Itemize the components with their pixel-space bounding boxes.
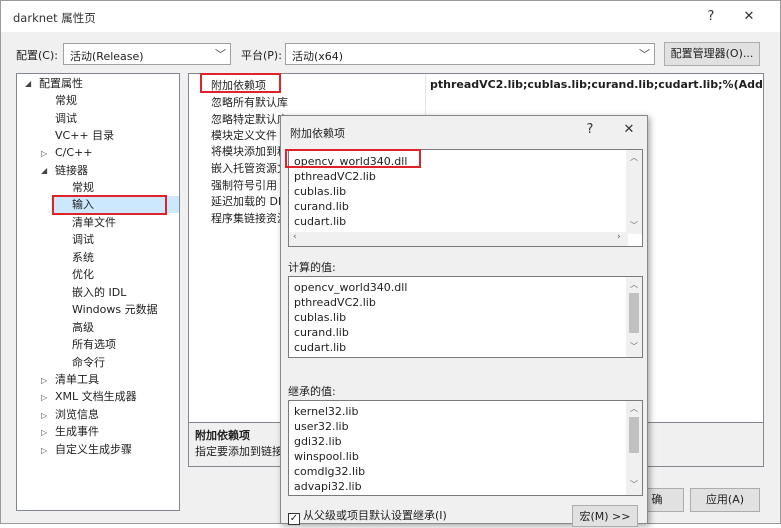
tree-item-windows-metadata[interactable]: Windows 元数据 xyxy=(72,301,158,318)
scroll-up-icon[interactable]: ︿ xyxy=(626,279,642,290)
tree-item-optimization[interactable]: 优化 xyxy=(72,266,94,283)
scroll-up-icon[interactable]: ︿ xyxy=(626,403,642,414)
tree-item-all-options[interactable]: 所有选项 xyxy=(72,336,116,353)
apply-button[interactable]: 应用(A) xyxy=(690,488,760,512)
platform-label: 平台(P): xyxy=(241,49,282,62)
edit-line[interactable]: curand.lib xyxy=(294,199,349,214)
collapse-arrow-icon[interactable]: ◢ xyxy=(41,166,47,175)
scroll-down-icon[interactable]: ﹀ xyxy=(626,479,642,490)
computed-values-box: opencv_world340.dll pthreadVC2.lib cubla… xyxy=(288,276,643,358)
dialog-help-button[interactable]: ? xyxy=(577,119,603,141)
scroll-down-icon[interactable]: ﹀ xyxy=(626,220,642,231)
tree-item-advanced[interactable]: 高级 xyxy=(72,319,94,336)
edit-horizontal-scrollbar[interactable]: ‹ › xyxy=(289,232,628,246)
expand-arrow-icon[interactable]: ▷ xyxy=(41,393,47,402)
tree-item-vc-directories[interactable]: VC++ 目录 xyxy=(55,127,114,144)
computed-line: cublas.lib xyxy=(294,311,347,324)
expand-arrow-icon[interactable]: ▷ xyxy=(41,446,47,455)
dialog-title: 附加依赖项 xyxy=(290,127,345,140)
platform-select-value: 活动(x64) xyxy=(292,50,344,63)
computed-values-label: 计算的值: xyxy=(288,261,336,274)
collapse-arrow-icon[interactable]: ◢ xyxy=(25,79,31,88)
scroll-thumb[interactable] xyxy=(629,417,639,453)
inherited-line: comdlg32.lib xyxy=(294,465,366,478)
edit-line[interactable]: cudart.lib xyxy=(294,214,346,229)
grid-row-ignore-specific-libs[interactable]: 忽略特定默认库 xyxy=(211,111,288,128)
edit-line[interactable]: pthreadVC2.lib xyxy=(294,169,376,184)
tree-item-command-line[interactable]: 命令行 xyxy=(72,354,105,371)
scroll-down-icon[interactable]: ﹀ xyxy=(626,341,642,352)
scroll-right-icon[interactable]: › xyxy=(617,232,621,242)
description-heading: 附加依赖项 xyxy=(195,429,250,442)
tree-item-linker[interactable]: 链接器 xyxy=(55,162,88,179)
chevron-down-icon: ﹀ xyxy=(639,48,650,61)
tree-item-cpp[interactable]: C/C++ xyxy=(55,144,93,161)
grid-row-ignore-all-default-libs[interactable]: 忽略所有默认库 xyxy=(211,94,288,111)
grid-row-add-module-to-assembly[interactable]: 将模块添加到程 xyxy=(211,143,288,160)
computed-line: cudart.lib xyxy=(294,341,347,354)
inherited-line: kernel32.lib xyxy=(294,405,359,418)
tree-item-config-properties[interactable]: 配置属性 xyxy=(39,75,83,92)
tree-item-system[interactable]: 系统 xyxy=(72,249,94,266)
computed-line: curand.lib xyxy=(294,326,349,339)
expand-arrow-icon[interactable]: ▷ xyxy=(41,411,47,420)
property-tree: ◢ 配置属性 常规 调试 VC++ 目录 ▷ C/C++ ◢ 链接器 常规 输入… xyxy=(16,73,180,511)
highlight-input-item xyxy=(52,195,167,215)
grid-row-embed-managed-resource[interactable]: 嵌入托管资源文 xyxy=(211,160,288,177)
tree-item-linker-general[interactable]: 常规 xyxy=(72,179,94,196)
scroll-up-icon[interactable]: ︿ xyxy=(626,152,642,163)
inherited-values-label: 继承的值: xyxy=(288,385,336,398)
tree-item-browse-info[interactable]: 浏览信息 xyxy=(55,406,99,423)
computed-line: opencv_world340.dll xyxy=(294,281,408,294)
tree-item-embedded-idl[interactable]: 嵌入的 IDL xyxy=(72,284,126,301)
tree-item-custom-build-step[interactable]: 自定义生成步骤 xyxy=(55,441,132,458)
tree-item-xml-doc-generator[interactable]: XML 文档生成器 xyxy=(55,388,137,405)
scroll-thumb[interactable] xyxy=(629,293,639,333)
highlight-opencv-entry xyxy=(285,149,421,168)
tree-item-general[interactable]: 常规 xyxy=(55,92,77,109)
config-label: 配置(C): xyxy=(16,49,58,62)
grid-row-force-symbol-references[interactable]: 强制符号引用 xyxy=(211,177,277,194)
inherited-line: user32.lib xyxy=(294,420,349,433)
expand-arrow-icon[interactable]: ▷ xyxy=(41,428,47,437)
inherit-checkbox-row[interactable]: ✓ 从父级或项目默认设置继承(I) xyxy=(288,507,447,525)
grid-row-module-definition-file[interactable]: 模块定义文件 xyxy=(211,127,277,144)
inherited-scrollbar[interactable]: ︿ ﹀ xyxy=(626,401,642,495)
config-select[interactable]: 活动(Release) ﹀ xyxy=(63,43,231,65)
expand-arrow-icon[interactable]: ▷ xyxy=(41,376,47,385)
inherited-line: advapi32.lib xyxy=(294,480,362,493)
inherit-checkbox[interactable]: ✓ xyxy=(288,513,300,525)
expand-arrow-icon[interactable]: ▷ xyxy=(41,149,47,158)
window-title: darknet 属性页 xyxy=(13,11,96,25)
tree-item-manifest-file[interactable]: 清单文件 xyxy=(72,214,116,231)
platform-select[interactable]: 活动(x64) ﹀ xyxy=(285,43,655,65)
computed-scrollbar[interactable]: ︿ ﹀ xyxy=(626,277,642,357)
grid-value-additional-deps[interactable]: pthreadVC2.lib;cublas.lib;curand.lib;cud… xyxy=(430,78,763,91)
config-manager-button[interactable]: 配置管理器(O)... xyxy=(664,42,760,66)
inherit-checkbox-label: 从父级或项目默认设置继承(I) xyxy=(303,509,447,522)
title-bar: darknet 属性页 ? ✕ xyxy=(1,1,780,32)
tree-item-debugging[interactable]: 调试 xyxy=(55,110,77,127)
tree-item-linker-debugging[interactable]: 调试 xyxy=(72,231,94,248)
inherited-values-box: kernel32.lib user32.lib gdi32.lib winspo… xyxy=(288,400,643,496)
inherited-line: gdi32.lib xyxy=(294,435,342,448)
grid-row-assembly-link-resource[interactable]: 程序集链接资源 xyxy=(211,210,288,227)
chevron-down-icon: ﹀ xyxy=(215,48,226,61)
help-button[interactable]: ? xyxy=(697,6,725,28)
scroll-left-icon[interactable]: ‹ xyxy=(293,232,297,242)
tree-item-manifest-tool[interactable]: 清单工具 xyxy=(55,371,99,388)
edit-line[interactable]: cublas.lib xyxy=(294,184,346,199)
additional-deps-dialog: 附加依赖项 ? ✕ opencv_world340.dll pthreadVC2… xyxy=(280,115,648,527)
dialog-close-button[interactable]: ✕ xyxy=(616,119,642,141)
close-button[interactable]: ✕ xyxy=(735,6,763,28)
edit-vertical-scrollbar[interactable]: ︿ ﹀ xyxy=(626,150,642,234)
computed-line: pthreadVC2.lib xyxy=(294,296,376,309)
grid-row-delay-loaded-dlls[interactable]: 延迟加载的 DLL xyxy=(211,193,290,210)
inherited-line: winspool.lib xyxy=(294,450,359,463)
highlight-additional-deps xyxy=(200,73,281,93)
tree-item-build-events[interactable]: 生成事件 xyxy=(55,423,99,440)
config-select-value: 活动(Release) xyxy=(70,50,144,63)
